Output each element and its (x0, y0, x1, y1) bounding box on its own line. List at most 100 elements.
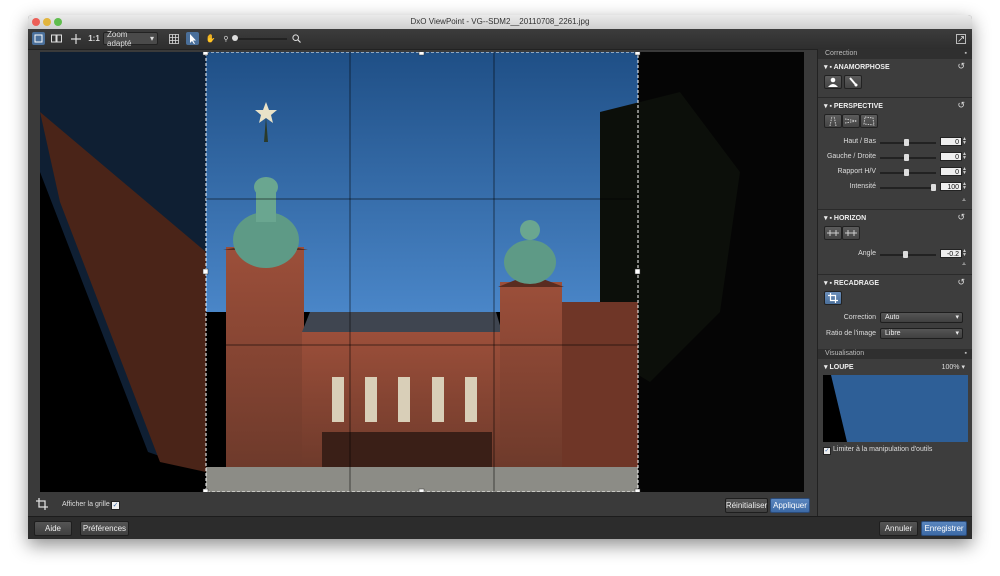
apply-button[interactable]: Appliquer (770, 498, 810, 513)
hand-icon[interactable]: ✋ (204, 32, 217, 45)
chevron-down-icon: ▾ (955, 314, 959, 321)
photo-preview (40, 52, 804, 492)
loupe-zoom-value: 100% (941, 364, 960, 371)
recadrage-reset-icon[interactable]: ↺ (957, 277, 965, 288)
zoom-out-icon[interactable]: ⚲ (222, 32, 230, 45)
app-window: DxO ViewPoint - VG--SDM2__20110708_2261.… (28, 15, 972, 539)
loupe-section: ▾ LOUPE 100% ▾ ✓ Limiter à la manipulati… (818, 360, 972, 460)
slider-track[interactable] (880, 187, 936, 189)
recadrage-section: ▾ ▪ RECADRAGE ↺ Correction Auto ▾ Ratio … (818, 276, 972, 346)
grid-icon[interactable] (167, 32, 180, 45)
reset-button[interactable]: Réinitialiser (725, 498, 768, 513)
correction-header-label: Correction (825, 50, 858, 57)
slider-value-field[interactable]: 100 (940, 182, 962, 191)
perspective-vertical-icon[interactable] (824, 114, 842, 128)
horizon-section: ▾ ▪ HORIZON ↺ Angle -0.2 ▲ ▼ ⩡ (818, 211, 972, 271)
loupe-preview[interactable] (823, 375, 968, 442)
pan-icon[interactable] (69, 32, 82, 45)
crop-bottom-bar: Afficher la grille ✓ Réinitialiser Appli… (28, 495, 816, 515)
anamorphose-person-icon[interactable] (824, 75, 842, 89)
slider-label: Intensité (849, 183, 876, 190)
slider-label: Rapport H/V (837, 168, 876, 175)
preferences-button[interactable]: Préférences (80, 521, 129, 536)
image-ratio-label: Ratio de l'image (826, 330, 876, 337)
limit-checkbox[interactable]: ✓ (823, 447, 831, 455)
zoom-slider-track[interactable] (232, 38, 287, 40)
crop-icon[interactable] (36, 498, 48, 510)
divider (818, 97, 972, 98)
perspective-eight-point-icon[interactable] (860, 114, 878, 128)
perspective-reset-icon[interactable]: ↺ (957, 100, 965, 111)
footer-bar: Aide Préférences Annuler Enregistrer (28, 516, 972, 539)
loupe-title: LOUPE (829, 364, 854, 371)
perspective-section: ▾ ▪ PERSPECTIVE ↺ Haut / Bas 0 ▲ ▼ Gauche… (818, 99, 972, 209)
single-view-icon[interactable] (32, 32, 45, 45)
angle-slider-knob[interactable] (903, 251, 908, 258)
correction-header: Correction ▪ (818, 49, 972, 59)
slider-label: Gauche / Droite (826, 153, 876, 160)
angle-slider-track[interactable] (880, 254, 936, 256)
anamorphose-title: ANAMORPHOSE (833, 64, 890, 71)
recadrage-header[interactable]: ▾ ▪ RECADRAGE (824, 279, 879, 287)
angle-label: Angle (858, 250, 876, 257)
horizon-reset-icon[interactable]: ↺ (957, 212, 965, 223)
anamorphose-brush-icon[interactable] (844, 75, 862, 89)
horizon-title: HORIZON (833, 215, 867, 222)
zoom-in-icon[interactable] (291, 32, 301, 45)
horizon-auto-icon[interactable] (824, 226, 842, 240)
divider (818, 209, 972, 210)
slider-label: Haut / Bas (843, 138, 876, 145)
ratio-1-1-button[interactable]: 1:1 (87, 32, 101, 45)
fullscreen-icon[interactable] (954, 32, 967, 45)
image-canvas[interactable] (40, 52, 804, 492)
slider-value-field[interactable]: 0 (940, 167, 962, 176)
perspective-title: PERSPECTIVE (833, 103, 883, 110)
title-bar: DxO ViewPoint - VG--SDM2__20110708_2261.… (28, 15, 972, 30)
zoom-select-value: Zoom adapté (107, 29, 132, 48)
help-button[interactable]: Aide (34, 521, 72, 536)
stepper-icon[interactable]: ▲ ▼ (962, 137, 967, 146)
cancel-button[interactable]: Annuler (879, 521, 918, 536)
stepper-icon[interactable]: ▲ ▼ (962, 152, 967, 161)
crop-tool-icon[interactable] (824, 291, 842, 305)
panel-menu-icon[interactable]: ▪ (965, 349, 967, 359)
visualisation-header: Visualisation ▪ (818, 349, 972, 359)
horizon-manual-icon[interactable] (842, 226, 860, 240)
anamorphose-section: ▾ ▪ ANAMORPHOSE ↺ (818, 60, 972, 97)
stepper-icon[interactable]: ▲ ▼ (962, 249, 967, 258)
expand-icon[interactable]: ⩡ (962, 197, 966, 205)
image-ratio-select[interactable]: Libre ▾ (880, 328, 963, 339)
pointer-icon[interactable] (186, 32, 199, 45)
chevron-down-icon: ▾ (149, 34, 154, 43)
perspective-header[interactable]: ▾ ▪ PERSPECTIVE (824, 102, 883, 110)
crop-correction-select[interactable]: Auto ▾ (880, 312, 963, 323)
slider-value-field[interactable]: 0 (940, 137, 962, 146)
angle-value-field[interactable]: -0.2 (940, 249, 962, 258)
correction-panel: Correction ▪ ▾ ▪ ANAMORPHOSE ↺ ▾ ▪ PERSP… (817, 49, 972, 516)
save-button[interactable]: Enregistrer (921, 521, 967, 536)
slider-knob[interactable] (904, 169, 909, 176)
slider-value-field[interactable]: 0 (940, 152, 962, 161)
loupe-header[interactable]: ▾ LOUPE (824, 363, 854, 371)
slider-knob[interactable] (931, 184, 936, 191)
horizon-header[interactable]: ▾ ▪ HORIZON (824, 214, 866, 222)
loupe-zoom-select[interactable]: 100% ▾ (942, 363, 965, 371)
zoom-slider-knob[interactable] (232, 35, 238, 41)
show-grid-checkbox[interactable]: ✓ (111, 501, 120, 510)
slider-knob[interactable] (904, 139, 909, 146)
slider-knob[interactable] (904, 154, 909, 161)
expand-icon[interactable]: ⩡ (962, 261, 966, 269)
visualisation-header-label: Visualisation (825, 350, 865, 357)
anamorphose-reset-icon[interactable]: ↺ (957, 61, 965, 72)
perspective-horizontal-icon[interactable] (842, 114, 860, 128)
limit-label: Limiter à la manipulation d'outils (833, 446, 933, 453)
stepper-icon[interactable]: ▲ ▼ (962, 182, 967, 191)
image-ratio-value: Libre (885, 330, 901, 337)
zoom-select[interactable]: Zoom adapté ▾ (103, 29, 158, 48)
divider (818, 274, 972, 275)
stepper-icon[interactable]: ▲ ▼ (962, 167, 967, 176)
anamorphose-header[interactable]: ▾ ▪ ANAMORPHOSE (824, 63, 890, 71)
panel-menu-icon[interactable]: ▪ (965, 49, 967, 59)
crop-correction-value: Auto (885, 314, 900, 321)
split-view-icon[interactable] (50, 32, 63, 45)
